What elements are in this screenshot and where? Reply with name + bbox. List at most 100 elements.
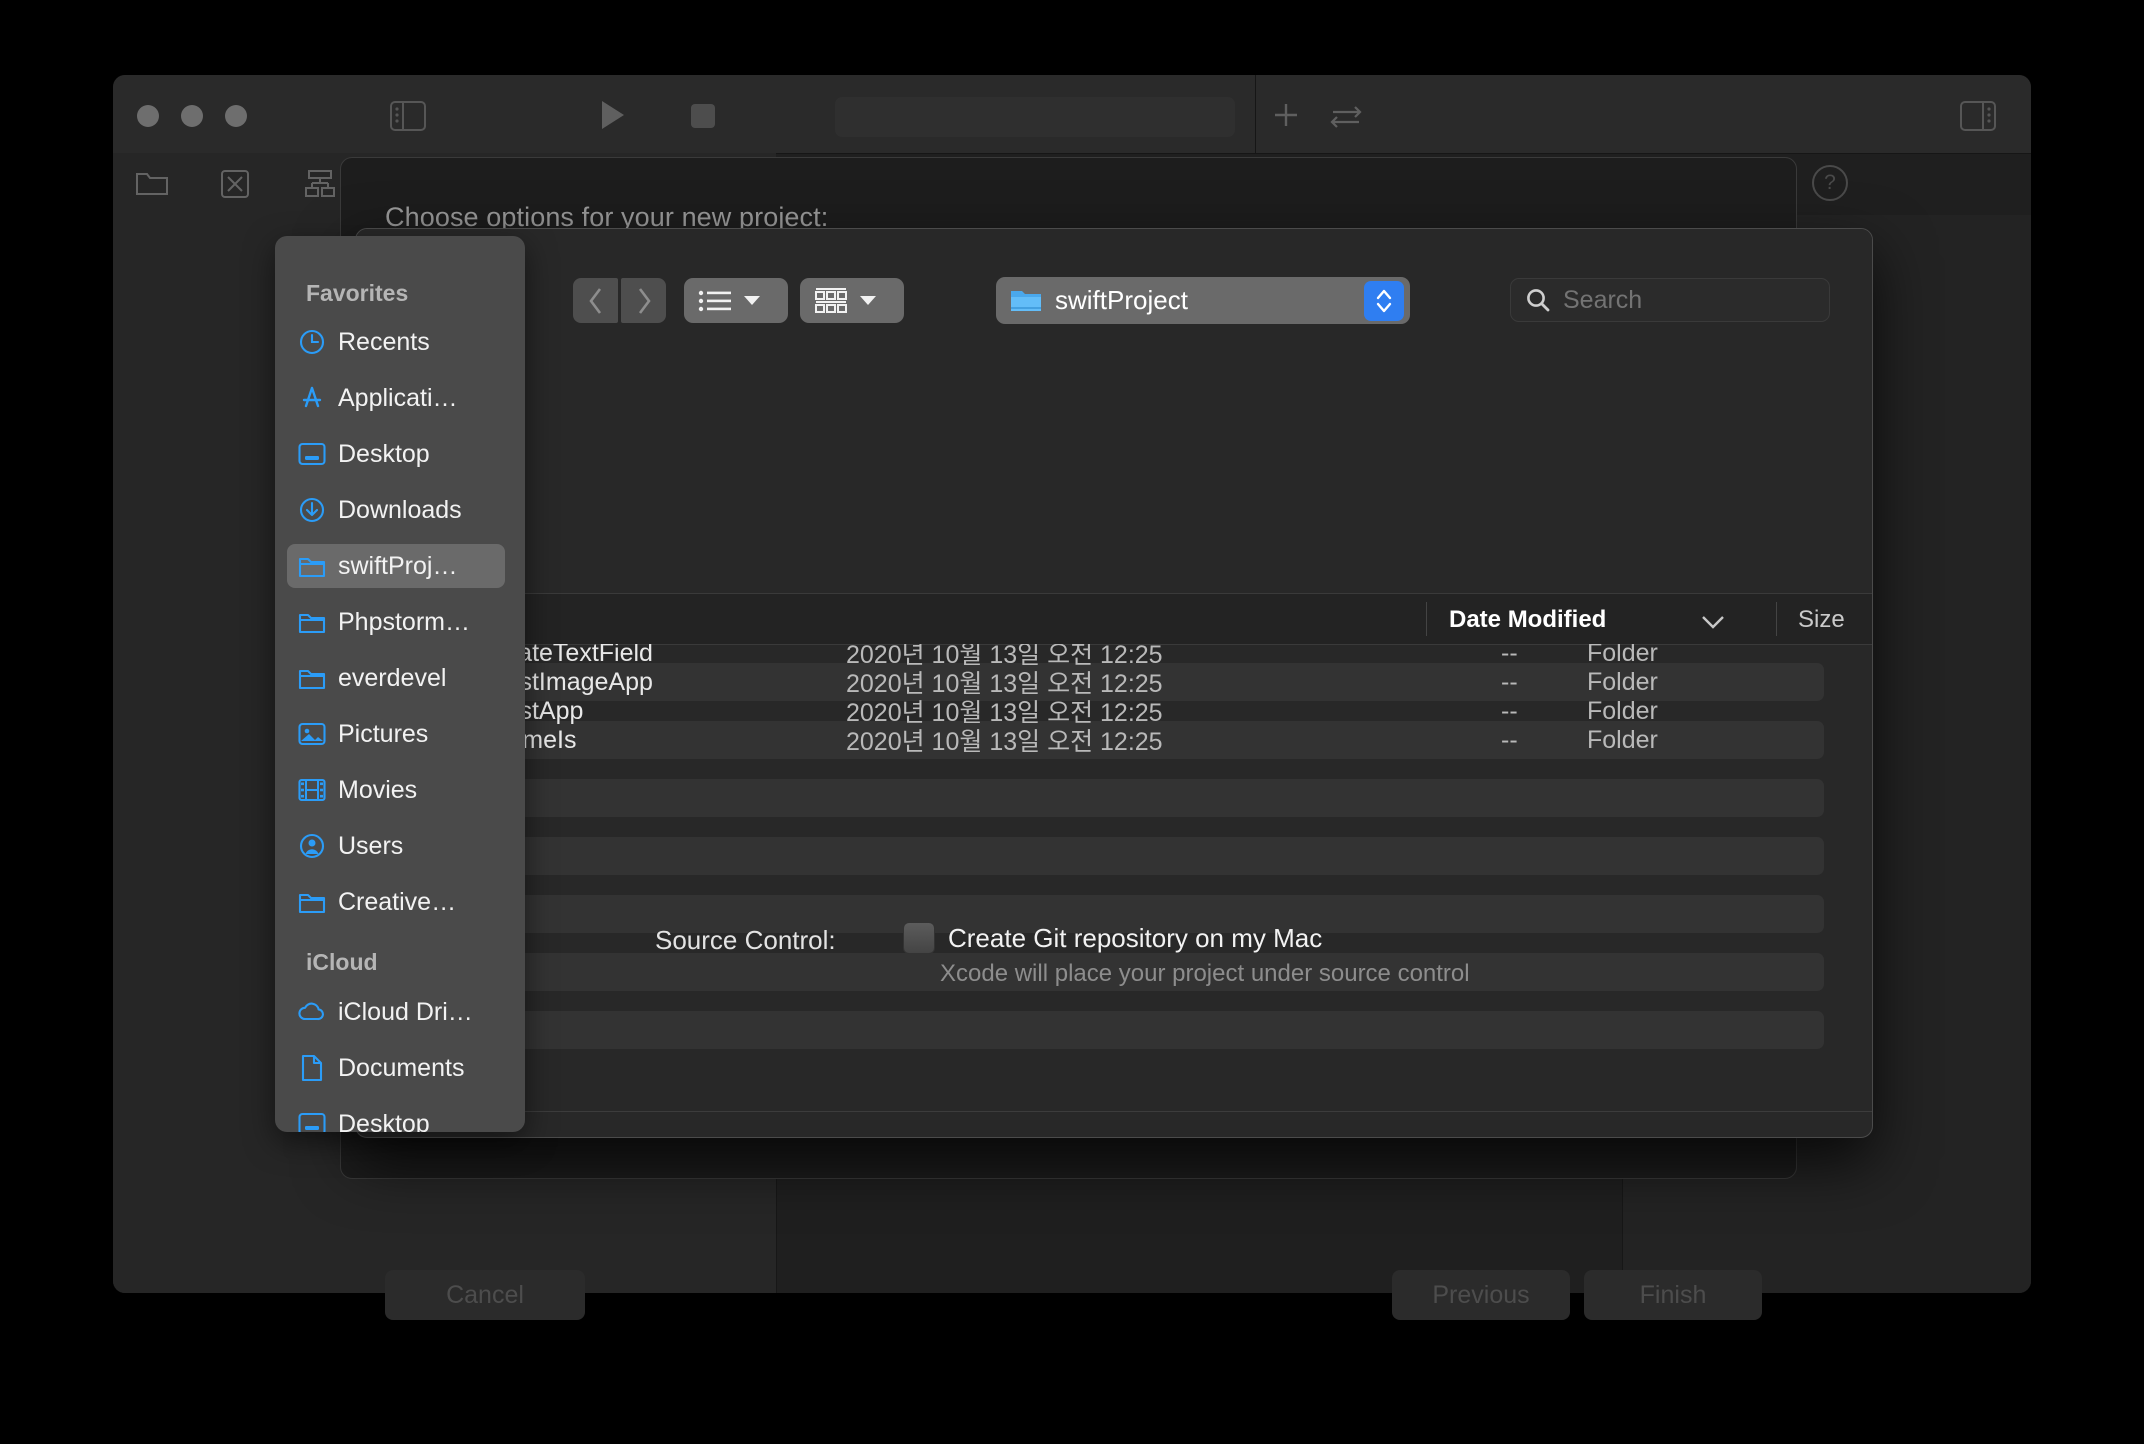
xcode-titlebar: [113, 75, 2031, 154]
sidebar-item-label: Applicati…: [338, 383, 458, 412]
desktop-icon: [297, 442, 327, 466]
group-view-button[interactable]: [800, 278, 904, 323]
sidebar-item-label: Pictures: [338, 719, 429, 748]
file-size: --: [1501, 725, 1518, 754]
sidebar-item-users[interactable]: Users: [287, 824, 505, 868]
search-placeholder: Search: [1563, 285, 1643, 314]
sidebar-item-everdevel[interactable]: everdevel: [287, 656, 505, 700]
x-box-icon[interactable]: [220, 169, 250, 199]
download-icon: [297, 496, 327, 524]
panel-sidebar[interactable]: Favorites Recents Applicati… Desktop Dow…: [275, 236, 525, 1132]
clock-icon: [297, 328, 327, 356]
stepper-icon[interactable]: [1364, 280, 1404, 321]
path-popup-value: swiftProject: [1055, 285, 1188, 315]
column-divider[interactable]: [1426, 602, 1427, 636]
stop-icon[interactable]: [691, 104, 715, 128]
pictures-icon: [297, 722, 327, 746]
source-control-hint: Xcode will place your project under sour…: [940, 960, 1470, 987]
zoom-button[interactable]: [225, 105, 247, 127]
sidebar-item-label: iCloud Dri…: [338, 997, 473, 1026]
folder-icon: [297, 667, 327, 690]
row-stripe: [404, 779, 1824, 817]
sidebar-item-label: Desktop: [338, 439, 430, 468]
sidebar-item-phpstorm[interactable]: Phpstorm…: [287, 600, 505, 644]
appstore-icon: [297, 384, 327, 412]
row-stripe: [404, 1011, 1824, 1049]
run-icon[interactable]: [600, 99, 626, 131]
column-header-date[interactable]: Date Modified: [1449, 606, 1606, 634]
panel-separator: [356, 1111, 1872, 1112]
inspector-toggle-icon[interactable]: [1960, 101, 1996, 131]
create-git-checkbox[interactable]: [903, 922, 935, 954]
swap-icon[interactable]: [1329, 103, 1363, 129]
sidebar-item-documents[interactable]: Documents: [287, 1046, 505, 1090]
sidebar-section-icloud: iCloud: [306, 949, 378, 975]
list-view-icon: [698, 288, 732, 314]
sidebar-item-label: Recents: [338, 327, 430, 356]
table-row[interactable]: MyNameIs 2020년 10월 13일 오전 12:25 -- Folde…: [404, 721, 1824, 759]
sidebar-item-desktop-icloud[interactable]: Desktop: [287, 1102, 505, 1132]
sidebar-item-label: Downloads: [338, 495, 462, 524]
folder-icon[interactable]: [135, 169, 169, 197]
sidebar-item-label: swiftProj…: [338, 551, 458, 580]
folder-icon: [297, 891, 327, 914]
file-list[interactable]: delegateTextField 2020년 10월 13일 오전 12:25…: [356, 644, 1872, 1053]
add-icon[interactable]: [1271, 100, 1301, 130]
wizard-finish-button[interactable]: Finish: [1584, 1270, 1762, 1320]
sidebar-item-label: Desktop: [338, 1109, 430, 1133]
sidebar-item-swiftproject[interactable]: swiftProj…: [287, 544, 505, 588]
row-stripe: [404, 837, 1824, 875]
wizard-cancel-button[interactable]: Cancel: [385, 1270, 585, 1320]
help-icon[interactable]: ?: [1812, 165, 1848, 201]
path-popup-button[interactable]: swiftProject: [996, 277, 1410, 324]
back-button[interactable]: [573, 278, 618, 323]
search-icon: [1525, 287, 1551, 313]
group-view-icon: [814, 287, 848, 315]
sidebar-item-label: everdevel: [338, 663, 447, 692]
source-control-label: Source Control:: [655, 925, 836, 955]
close-button[interactable]: [137, 105, 159, 127]
sidebar-item-label: Phpstorm…: [338, 607, 470, 636]
folder-icon: [297, 555, 327, 578]
sidebar-toggle-icon[interactable]: [390, 101, 426, 131]
sort-chevron-down-icon: [1702, 616, 1724, 629]
user-icon: [297, 832, 327, 860]
document-icon: [297, 1054, 327, 1082]
list-view-button[interactable]: [684, 278, 788, 323]
forward-button[interactable]: [621, 278, 666, 323]
sidebar-item-recents[interactable]: Recents: [287, 320, 505, 364]
chevron-down-icon: [744, 296, 760, 305]
sidebar-section-favorites: Favorites: [306, 280, 409, 306]
sidebar-item-movies[interactable]: Movies: [287, 768, 505, 812]
sidebar-item-creative[interactable]: Creative…: [287, 880, 505, 924]
sidebar-item-label: Users: [338, 831, 404, 860]
sidebar-item-applications[interactable]: Applicati…: [287, 376, 505, 420]
chevron-down-icon: [860, 296, 876, 305]
movies-icon: [297, 778, 327, 802]
folder-icon: [1010, 287, 1042, 314]
sidebar-item-label: Movies: [338, 775, 418, 804]
minimize-button[interactable]: [181, 105, 203, 127]
sidebar-item-label: Documents: [338, 1053, 465, 1082]
xcode-activity-field[interactable]: [835, 97, 1235, 137]
column-header-row: Name Date Modified Size Kind: [356, 593, 1872, 645]
create-git-label: Create Git repository on my Mac: [948, 923, 1323, 953]
window-traffic-lights[interactable]: [137, 105, 247, 127]
toolbar-divider: [1255, 75, 1256, 153]
sidebar-item-downloads[interactable]: Downloads: [287, 488, 505, 532]
screen: Choose options for your new project: Can…: [0, 0, 2144, 1444]
cloud-icon: [297, 1001, 327, 1023]
search-input[interactable]: Search: [1510, 278, 1830, 322]
desktop-icon: [297, 1112, 327, 1132]
column-header-size[interactable]: Size: [1798, 606, 1845, 634]
sidebar-item-pictures[interactable]: Pictures: [287, 712, 505, 756]
file-kind: Folder: [1587, 725, 1658, 754]
folder-icon: [297, 611, 327, 634]
sidebar-item-label: Creative…: [338, 887, 457, 916]
save-panel: Name Date Modified Size Kind deleg: [355, 228, 1873, 1138]
hierarchy-icon[interactable]: [303, 169, 337, 199]
sidebar-item-icloud-drive[interactable]: iCloud Dri…: [287, 990, 505, 1034]
sidebar-item-desktop[interactable]: Desktop: [287, 432, 505, 476]
wizard-previous-button[interactable]: Previous: [1392, 1270, 1570, 1320]
column-divider[interactable]: [1776, 602, 1777, 636]
